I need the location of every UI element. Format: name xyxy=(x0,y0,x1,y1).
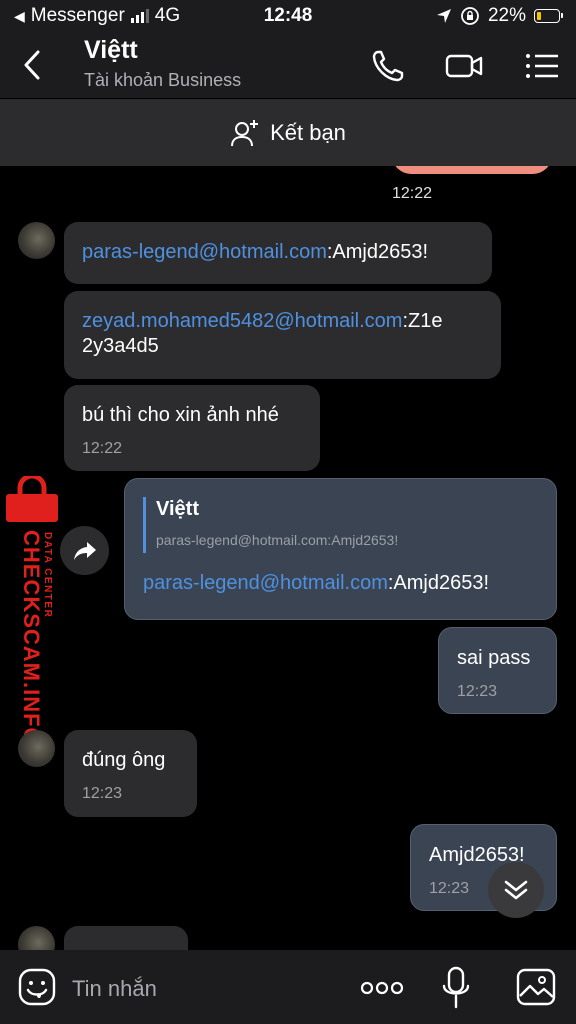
status-right: 22% xyxy=(436,5,563,27)
message-bubble-outgoing[interactable]: sai pass 12:23 xyxy=(438,627,557,714)
menu-list-icon[interactable] xyxy=(522,46,562,86)
message-bubble-incoming[interactable]: bú thì cho xin ảnh nhé 12:22 xyxy=(64,385,320,471)
message-timestamp: 12:22 xyxy=(392,185,433,202)
chevron-double-down-icon xyxy=(504,880,528,900)
phone-icon[interactable] xyxy=(368,46,408,86)
watermark-small-text: DATA CENTER xyxy=(42,532,53,619)
message-bubble-partial[interactable] xyxy=(392,166,552,174)
avatar[interactable] xyxy=(18,730,55,767)
avatar[interactable] xyxy=(18,222,55,259)
email-link[interactable]: paras-legend@hotmail.com xyxy=(82,241,327,263)
email-link[interactable]: zeyad.mohamed5482@hotmail.com xyxy=(82,310,402,332)
avatar[interactable] xyxy=(18,926,55,950)
battery-icon xyxy=(534,9,563,23)
microphone-icon[interactable] xyxy=(440,966,472,1010)
reply-quote[interactable]: Việtt paras-legend@hotmail.com:Amjd2653! xyxy=(143,497,538,553)
battery-percent: 22% xyxy=(487,5,526,26)
more-dots-icon[interactable] xyxy=(360,976,404,1000)
message-time: 12:23 xyxy=(82,785,123,802)
message-text: :Amjd2653! xyxy=(326,241,429,263)
message-bubble-incoming[interactable]: zeyad.mohamed5482@hotmail.com:Z1e 2y3a4d… xyxy=(64,291,501,379)
message-text: đúng ông xyxy=(82,749,166,771)
email-link[interactable]: paras-legend@hotmail.com xyxy=(143,572,388,594)
add-friend-label: Kết bạn xyxy=(270,119,346,145)
image-icon[interactable] xyxy=(516,968,556,1006)
chat-header: Việtt Tài khoản Business xyxy=(0,32,576,98)
message-text: 2y3a4d5 xyxy=(82,335,159,357)
message-text: :Z1e xyxy=(402,310,443,332)
message-time: 12:23 xyxy=(457,683,498,700)
chat-area[interactable]: 12:22 paras-legend@hotmail.com:Amjd2653!… xyxy=(0,166,576,950)
message-text: sai pass xyxy=(457,647,531,669)
message-bubble-incoming-partial[interactable] xyxy=(64,926,188,950)
emoji-icon[interactable] xyxy=(18,968,56,1006)
location-arrow-icon xyxy=(436,9,451,23)
add-person-icon xyxy=(231,119,259,146)
orientation-lock-icon xyxy=(461,7,479,25)
add-friend-bar[interactable]: Kết bạn xyxy=(0,99,576,166)
quote-sender-name: Việtt xyxy=(156,498,199,520)
message-text: :Amjd2653! xyxy=(387,572,490,594)
contact-name[interactable]: Việtt xyxy=(84,36,138,65)
message-composer xyxy=(0,950,576,1024)
contact-subtitle: Tài khoản Business xyxy=(84,70,242,90)
quote-text: paras-legend@hotmail.com:Amjd2653! xyxy=(156,532,399,548)
message-bubble-incoming[interactable]: paras-legend@hotmail.com:Amjd2653! xyxy=(64,222,492,284)
message-input[interactable] xyxy=(72,974,332,1004)
status-bar: ◀ Messenger 4G 12:48 22% xyxy=(0,0,576,32)
message-bubble-incoming[interactable]: đúng ông 12:23 xyxy=(64,730,197,817)
message-time: 12:22 xyxy=(82,440,123,457)
forward-button[interactable] xyxy=(60,526,109,575)
forward-icon xyxy=(73,541,96,560)
message-bubble-reply-outgoing[interactable]: Việtt paras-legend@hotmail.com:Amjd2653!… xyxy=(124,478,557,620)
lock-icon xyxy=(6,476,58,522)
watermark-main-text: CHECKSCAM.INFO xyxy=(19,530,44,746)
back-chevron-icon[interactable] xyxy=(18,48,48,82)
video-camera-icon[interactable] xyxy=(444,46,484,86)
scroll-to-bottom-button[interactable] xyxy=(488,862,544,918)
message-text: bú thì cho xin ảnh nhé xyxy=(82,404,279,426)
watermark: CHECKSCAM.INFO DATA CENTER xyxy=(4,476,62,756)
